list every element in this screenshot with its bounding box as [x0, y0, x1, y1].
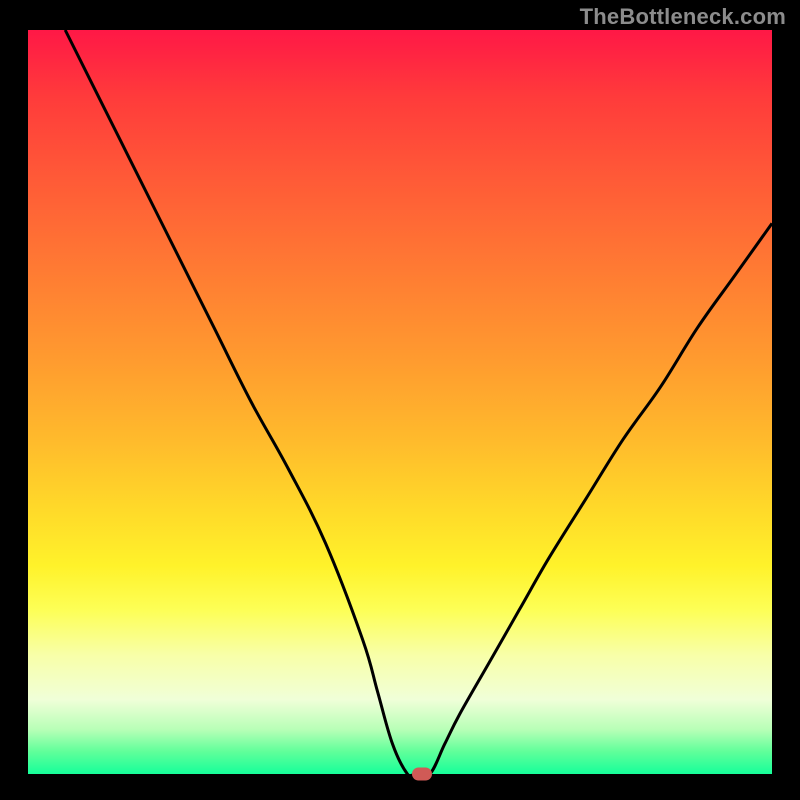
- chart-frame: TheBottleneck.com: [0, 0, 800, 800]
- bottleneck-curve: [65, 30, 772, 776]
- plot-area: [28, 30, 772, 774]
- watermark-label: TheBottleneck.com: [580, 4, 786, 30]
- minimum-marker: [412, 768, 432, 781]
- curve-svg: [28, 30, 772, 774]
